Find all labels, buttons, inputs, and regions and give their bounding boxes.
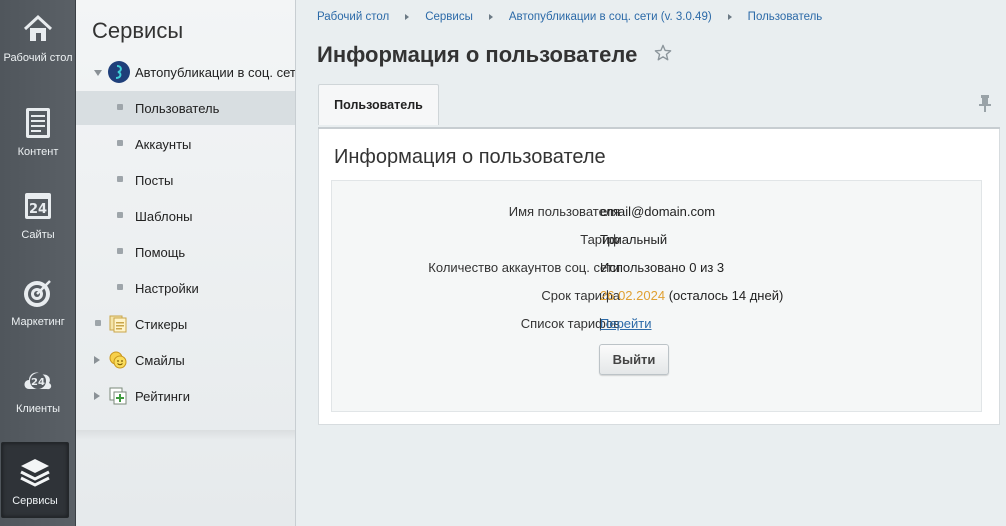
left-navigation: Рабочий стол Контент 24 Сайты Маркетинг <box>0 0 76 526</box>
nav-label: Клиенты <box>15 403 61 415</box>
menu-item-label: Настройки <box>135 280 199 296</box>
breadcrumb-arrow-icon <box>405 14 410 20</box>
nav-item-marketing[interactable]: Маркетинг <box>0 276 76 329</box>
logout-button[interactable]: Выйти <box>599 344 669 375</box>
nav-item-desktop[interactable]: Рабочий стол <box>0 12 76 65</box>
main-content: Рабочий стол Сервисы Автопубликации в со… <box>297 0 1006 526</box>
nav-item-content[interactable]: Контент <box>0 106 76 159</box>
info-value: Триальный <box>600 232 668 247</box>
menu-item-label: Пользователь <box>135 100 220 116</box>
user-info-card: Информация о пользователе Имя пользовате… <box>318 129 1000 425</box>
card-title: Информация о пользователе <box>334 146 606 168</box>
bullet-icon <box>117 284 123 290</box>
menu-item-posts[interactable]: Посты <box>76 163 295 197</box>
info-row-tariff-list: Список тарифов Перейти <box>332 316 983 336</box>
menu-item-label: Рейтинги <box>135 388 190 404</box>
svg-text:24: 24 <box>31 377 45 388</box>
layers-icon <box>20 459 50 487</box>
tariff-list-link[interactable]: Перейти <box>600 316 652 331</box>
services-menu: Сервисы Автопубликации в соц. сети Польз… <box>76 0 296 526</box>
document-icon <box>26 108 50 138</box>
info-table: Имя пользователя email@domain.com Тариф … <box>331 180 982 412</box>
calendar-24-icon: 24 <box>25 193 51 219</box>
tariff-expiry-date: 26.02.2024 <box>600 288 666 303</box>
menu-divider <box>76 430 295 440</box>
menu-item-label: Смайлы <box>135 352 185 368</box>
page-title: Информация о пользователе <box>317 42 638 67</box>
bullet-icon <box>117 104 123 110</box>
breadcrumb-services[interactable]: Сервисы <box>425 11 473 23</box>
nav-item-clients[interactable]: 24 Клиенты <box>0 363 76 416</box>
menu-item-stickers[interactable]: Стикеры <box>76 307 295 341</box>
info-value: 26.02.2024 (осталось 14 дней) <box>600 288 783 303</box>
menu-item-settings[interactable]: Настройки <box>76 271 295 305</box>
breadcrumb-autopublish[interactable]: Автопубликации в соц. сети (v. 3.0.49) <box>509 11 712 23</box>
breadcrumb-arrow-icon <box>727 14 732 20</box>
stickers-icon <box>109 315 127 333</box>
nav-label: Контент <box>17 146 59 158</box>
chevron-right-icon[interactable] <box>94 392 100 400</box>
info-row-accounts-count: Количество аккаунтов соц. сети Использов… <box>332 260 983 280</box>
nav-item-services[interactable]: Сервисы <box>1 442 69 518</box>
nav-label: Сервисы <box>12 495 58 507</box>
breadcrumb: Рабочий стол Сервисы Автопубликации в со… <box>317 11 822 23</box>
chevron-right-icon[interactable] <box>94 356 100 364</box>
menu-item-label: Шаблоны <box>135 208 193 224</box>
nav-label: Рабочий стол <box>3 52 73 64</box>
house-icon <box>23 14 53 41</box>
menu-item-label: Помощь <box>135 244 186 260</box>
info-row-tariff-term: Срок тарифа 26.02.2024 (осталось 14 дней… <box>332 288 983 308</box>
nav-label: Сайты <box>21 229 55 241</box>
menu-item-user[interactable]: Пользователь <box>76 91 295 125</box>
info-label: Количество аккаунтов соц. сети <box>428 260 620 275</box>
pin-icon[interactable] <box>978 94 992 112</box>
cloud-24-icon: 24 <box>24 372 52 390</box>
menu-item-label: Аккаунты <box>135 136 192 152</box>
star-icon[interactable] <box>654 44 672 62</box>
bullet-icon <box>95 320 101 326</box>
info-value: Использовано 0 из 3 <box>600 260 725 275</box>
menu-item-help[interactable]: Помощь <box>76 235 295 269</box>
tariff-remaining: (осталось 14 дней) <box>665 288 784 303</box>
breadcrumb-user[interactable]: Пользователь <box>748 11 823 23</box>
bullet-icon <box>117 140 123 146</box>
autopublish-logo-icon <box>108 61 130 83</box>
tab-bar: Пользователь <box>318 84 1000 129</box>
bullet-icon <box>117 248 123 254</box>
svg-text:24: 24 <box>29 202 47 217</box>
breadcrumb-desktop[interactable]: Рабочий стол <box>317 11 389 23</box>
target-icon <box>24 280 51 307</box>
menu-item-templates[interactable]: Шаблоны <box>76 199 295 233</box>
smiley-icon <box>109 351 127 369</box>
nav-item-sites[interactable]: 24 Сайты <box>0 189 76 242</box>
info-row-tariff: Тариф Триальный <box>332 232 983 252</box>
menu-title: Сервисы <box>92 18 184 43</box>
menu-item-accounts[interactable]: Аккаунты <box>76 127 295 161</box>
chevron-down-icon[interactable] <box>94 70 102 76</box>
menu-item-label: Стикеры <box>135 316 188 332</box>
info-row-username: Имя пользователя email@domain.com <box>332 204 983 224</box>
menu-item-smileys[interactable]: Смайлы <box>76 343 295 377</box>
menu-item-label: Автопубликации в соц. сети <box>135 64 296 80</box>
ratings-plus-icon <box>109 387 127 405</box>
nav-label: Маркетинг <box>11 316 65 328</box>
breadcrumb-arrow-icon <box>488 14 493 20</box>
bullet-icon <box>117 176 123 182</box>
tab-user[interactable]: Пользователь <box>318 84 439 125</box>
info-value: email@domain.com <box>600 204 716 219</box>
menu-item-autopublish[interactable]: Автопубликации в соц. сети <box>76 55 296 89</box>
menu-item-label: Посты <box>135 172 174 188</box>
bullet-icon <box>117 212 123 218</box>
menu-item-ratings[interactable]: Рейтинги <box>76 379 295 413</box>
